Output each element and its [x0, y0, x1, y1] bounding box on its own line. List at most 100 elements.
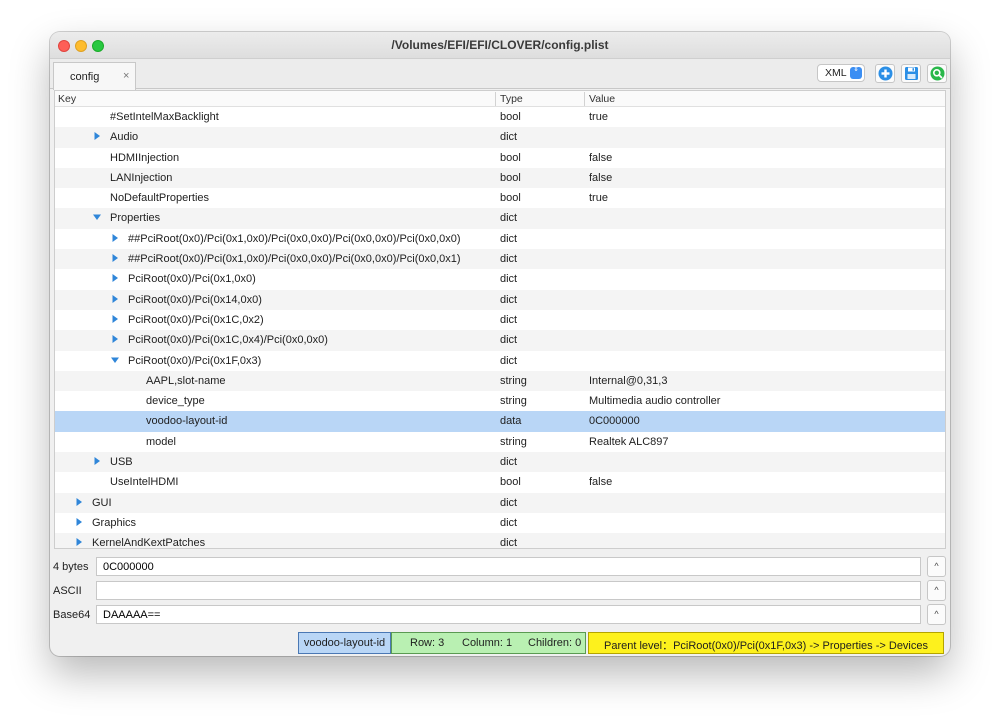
tree-row[interactable]: Properties dict: [55, 208, 945, 229]
ascii-field[interactable]: [96, 581, 921, 600]
select-arrows-icon: ⇕: [850, 66, 862, 79]
expand-arrow-icon[interactable]: [110, 253, 120, 263]
tree-row[interactable]: USB dict: [55, 452, 945, 473]
expand-arrow-icon[interactable]: [92, 131, 102, 141]
row-type: dict: [500, 212, 518, 225]
row-value: Internal@0,31,3: [589, 374, 668, 387]
ascii-expand-button[interactable]: ^: [927, 580, 946, 601]
row-key: PciRoot(0x0)/Pci(0x1,0x0): [128, 273, 256, 286]
format-select-value: XML: [825, 67, 847, 79]
row-key: AAPL,slot-name: [146, 374, 226, 387]
status-row: Row: 3: [410, 637, 445, 649]
column-divider[interactable]: [584, 92, 585, 106]
tab-config[interactable]: config ×: [53, 62, 136, 90]
format-select[interactable]: XML ⇕: [817, 64, 865, 82]
expand-arrow-icon[interactable]: [110, 334, 120, 344]
save-button[interactable]: [901, 64, 921, 83]
row-type: bool: [500, 476, 521, 489]
plist-tree-view[interactable]: Key Type Value #SetIntelMaxBacklight bool…: [54, 90, 946, 549]
tree-row[interactable]: HDMIInjection bool false: [55, 148, 945, 168]
tree-row[interactable]: LANInjection bool false: [55, 167, 945, 189]
tree-row[interactable]: model string Realtek ALC897: [55, 432, 945, 452]
row-value: true: [589, 192, 608, 205]
row-key: voodoo-layout-id: [146, 415, 228, 428]
column-header-value[interactable]: Value: [589, 93, 615, 105]
window-title: /Volumes/EFI/EFI/CLOVER/config.plist: [391, 38, 609, 52]
status-item-name: voodoo-layout-id: [298, 632, 391, 654]
tree-row[interactable]: ##PciRoot(0x0)/Pci(0x1,0x0)/Pci(0x0,0x0)…: [55, 249, 945, 270]
tree-row[interactable]: PciRoot(0x0)/Pci(0x14,0x0) dict: [55, 289, 945, 310]
base64-label: Base64: [53, 609, 91, 621]
row-type: dict: [500, 273, 518, 286]
column-header-type[interactable]: Type: [500, 93, 523, 105]
tree-row[interactable]: Audio dict: [55, 127, 945, 148]
tree-row[interactable]: device_type string Multimedia audio contro…: [55, 391, 945, 411]
expand-arrow-icon[interactable]: [110, 294, 120, 304]
expand-arrow-icon[interactable]: [74, 517, 84, 527]
column-header-key[interactable]: Key: [58, 93, 76, 105]
row-key: PciRoot(0x0)/Pci(0x14,0x0): [128, 293, 262, 306]
expand-arrow-icon[interactable]: [110, 273, 120, 283]
hex-field[interactable]: [96, 557, 921, 576]
row-type: dict: [500, 232, 518, 245]
row-type: dict: [500, 496, 518, 509]
collapse-arrow-icon[interactable]: [92, 212, 102, 222]
expand-arrow-icon[interactable]: [110, 314, 120, 324]
row-type: string: [500, 395, 527, 408]
tree-row[interactable]: PciRoot(0x0)/Pci(0x1F,0x3) dict: [55, 351, 945, 371]
row-key: ##PciRoot(0x0)/Pci(0x1,0x0)/Pci(0x0,0x0)…: [128, 232, 461, 245]
status-column: Column: 1: [462, 637, 513, 649]
row-type: dict: [500, 537, 518, 549]
hex-label: 4 bytes: [53, 561, 89, 573]
status-position: Row: 3 Column: 1 Children: 0: [391, 632, 586, 654]
row-key: model: [146, 435, 176, 448]
row-type: dict: [500, 516, 518, 529]
tree-row[interactable]: voodoo-layout-id data 0C000000: [55, 411, 945, 432]
row-key: PciRoot(0x0)/Pci(0x1F,0x3): [128, 354, 262, 367]
row-type: dict: [500, 293, 518, 306]
row-value: false: [589, 151, 613, 164]
title-bar: /Volumes/EFI/EFI/CLOVER/config.plist: [50, 32, 950, 59]
app-window: /Volumes/EFI/EFI/CLOVER/config.plist con…: [50, 32, 950, 656]
row-key: LANInjection: [110, 171, 173, 184]
row-key: ##PciRoot(0x0)/Pci(0x1,0x0)/Pci(0x0,0x0)…: [128, 253, 461, 266]
row-type: dict: [500, 334, 518, 347]
tree-header: Key Type Value: [55, 91, 945, 107]
tree-row[interactable]: AAPL,slot-name string Internal@0,31,3: [55, 370, 945, 392]
tree-row[interactable]: UseIntelHDMI bool false: [55, 472, 945, 492]
row-key: NoDefaultProperties: [110, 192, 210, 205]
row-key: device_type: [146, 395, 205, 408]
find-button[interactable]: [927, 64, 947, 83]
row-type: dict: [500, 313, 518, 326]
row-value: 0C000000: [589, 415, 640, 428]
tree-row[interactable]: PciRoot(0x0)/Pci(0x1C,0x4)/Pci(0x0,0x0) d…: [55, 330, 945, 351]
tree-rows: #SetIntelMaxBacklight bool true Audio dict HD…: [55, 107, 945, 549]
base64-editor-row: Base64 ^: [50, 604, 950, 626]
tree-row[interactable]: PciRoot(0x0)/Pci(0x1,0x0) dict: [55, 269, 945, 289]
tree-row[interactable]: KernelAndKextPatches dict: [55, 533, 945, 549]
expand-arrow-icon[interactable]: [110, 233, 120, 243]
row-key: USB: [110, 456, 133, 469]
row-key: Properties: [110, 212, 161, 225]
base64-field[interactable]: [96, 605, 921, 624]
row-type: bool: [500, 192, 521, 205]
expand-arrow-icon[interactable]: [92, 456, 102, 466]
expand-arrow-icon[interactable]: [74, 537, 84, 547]
tree-row[interactable]: GUI dict: [55, 492, 945, 513]
expand-arrow-icon[interactable]: [74, 497, 84, 507]
collapse-arrow-icon[interactable]: [110, 355, 120, 365]
tree-row[interactable]: PciRoot(0x0)/Pci(0x1C,0x2) dict: [55, 310, 945, 330]
row-key: Graphics: [92, 516, 137, 529]
tree-row[interactable]: NoDefaultProperties bool true: [55, 188, 945, 208]
column-divider[interactable]: [495, 92, 496, 106]
tree-row[interactable]: #SetIntelMaxBacklight bool true: [55, 107, 945, 127]
base64-expand-button[interactable]: ^: [927, 604, 946, 625]
add-item-button[interactable]: [875, 64, 895, 83]
tab-close-icon[interactable]: ×: [123, 70, 129, 82]
row-key: PciRoot(0x0)/Pci(0x1C,0x2): [128, 313, 264, 326]
hex-expand-button[interactable]: ^: [927, 556, 946, 577]
row-type: dict: [500, 456, 518, 469]
tree-row[interactable]: Graphics dict: [55, 513, 945, 533]
tree-row[interactable]: ##PciRoot(0x0)/Pci(0x1,0x0)/Pci(0x0,0x0)…: [55, 229, 945, 249]
row-type: bool: [500, 171, 521, 184]
